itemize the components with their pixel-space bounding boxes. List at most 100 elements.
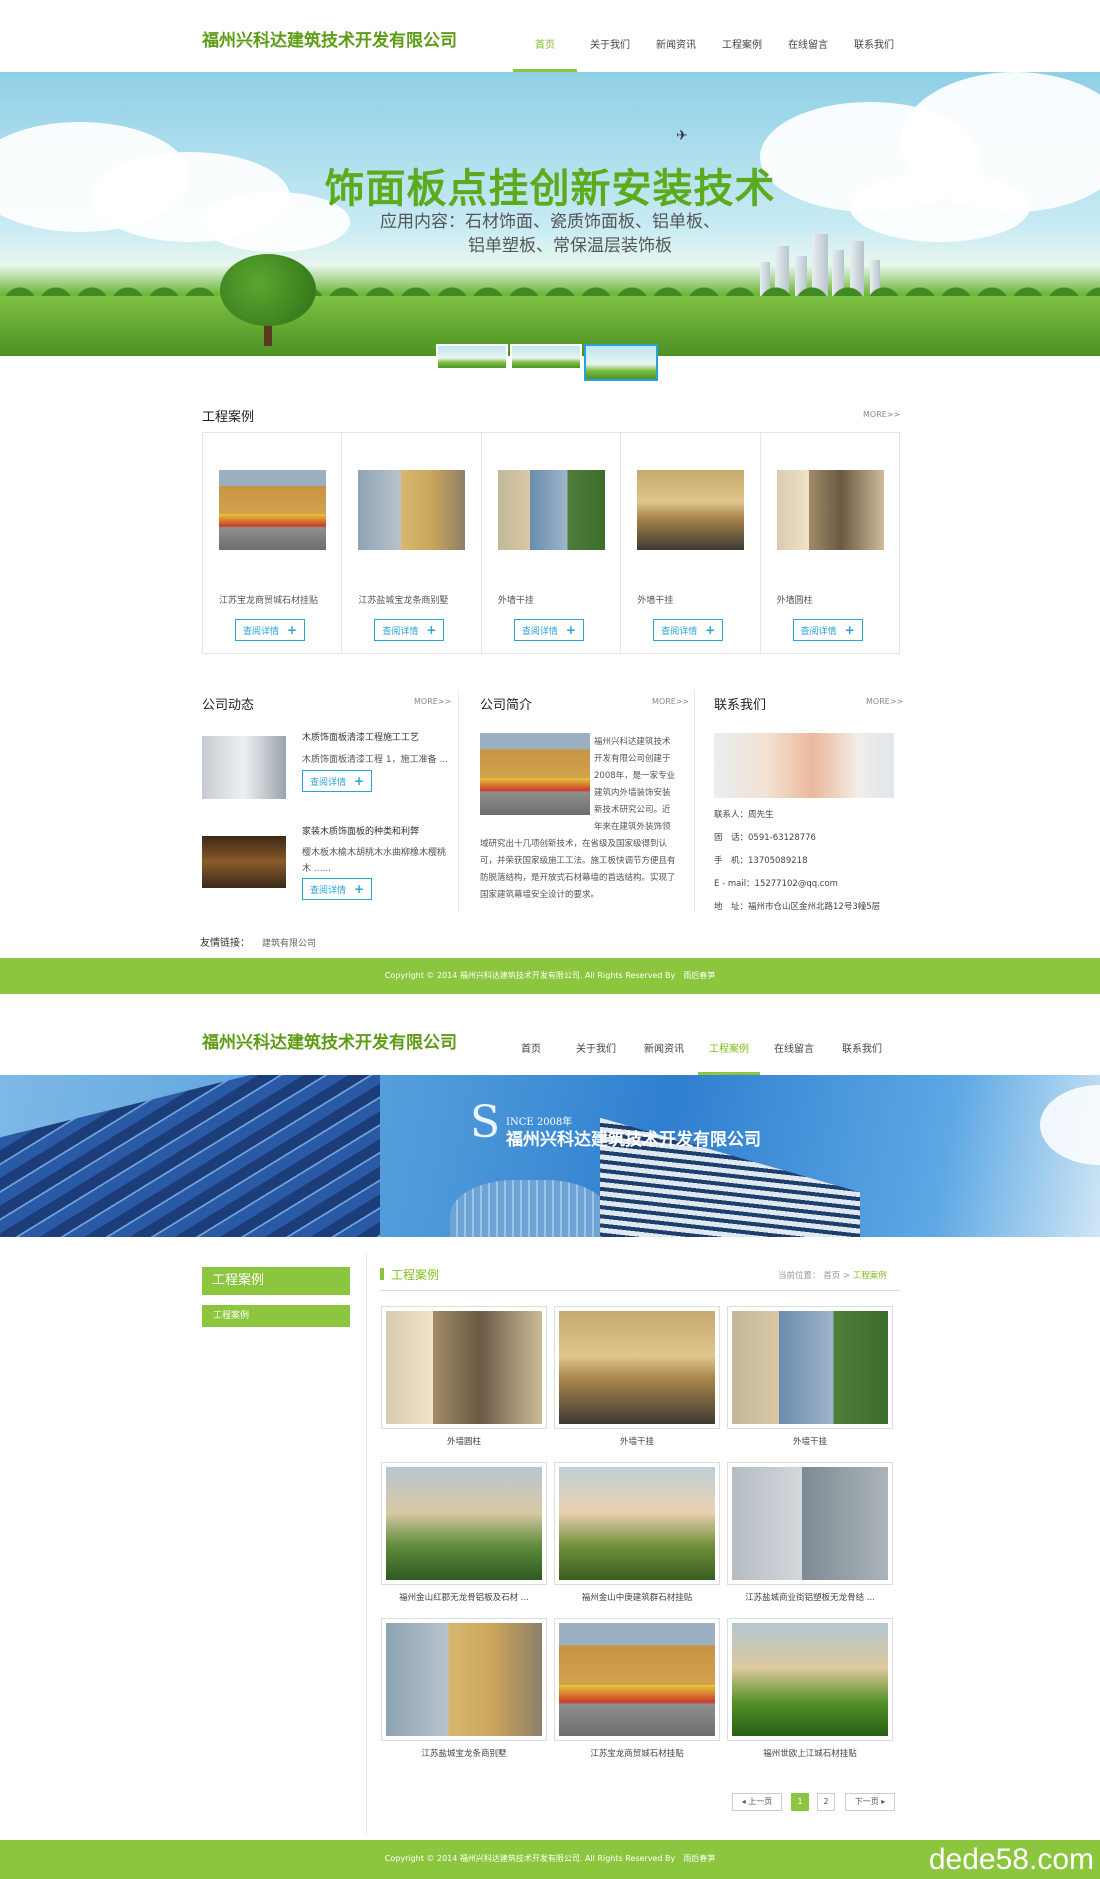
- case-image[interactable]: [497, 470, 605, 550]
- case-grid-image[interactable]: [559, 1467, 715, 1580]
- case-grid-image[interactable]: [386, 1623, 542, 1736]
- case-grid-image[interactable]: [559, 1311, 715, 1424]
- main-nav-2: 首页 关于我们 新闻资讯 工程案例 在线留言 联系我们: [500, 1040, 896, 1075]
- nav-home[interactable]: 首页: [513, 36, 577, 72]
- plus-icon: +: [565, 623, 576, 637]
- contact-address: 地 址：福州市仓山区金州北路12号3幢5层: [714, 902, 881, 912]
- case-grid-item[interactable]: [381, 1306, 547, 1429]
- news-detail-button[interactable]: 查阅详情 +: [302, 770, 373, 792]
- intro-more-link[interactable]: MORE>>: [652, 697, 689, 706]
- news-image[interactable]: [202, 836, 286, 888]
- nav-news[interactable]: 新闻资讯: [643, 36, 709, 72]
- nav-cases[interactable]: 工程案例: [698, 1040, 760, 1075]
- case-grid-item[interactable]: [727, 1462, 893, 1585]
- case-grid-item[interactable]: [727, 1306, 893, 1429]
- contact-more-link[interactable]: MORE>>: [866, 697, 903, 706]
- case-card[interactable]: 江苏宝龙商贸城石材挂贴 查阅详情 +: [203, 433, 343, 653]
- nav-news[interactable]: 新闻资讯: [630, 1040, 698, 1075]
- case-grid-caption[interactable]: 外墙圆柱: [381, 1435, 547, 1447]
- case-grid-item[interactable]: [381, 1618, 547, 1741]
- nav-contact[interactable]: 联系我们: [841, 36, 907, 72]
- section-title: 工程案例: [391, 1268, 440, 1282]
- nav-cases[interactable]: 工程案例: [709, 36, 775, 72]
- case-detail-button[interactable]: 查阅详情 +: [513, 619, 584, 641]
- case-grid-caption[interactable]: 江苏盐城宝龙条商别墅: [381, 1747, 547, 1759]
- case-image[interactable]: [776, 470, 884, 550]
- case-grid-image[interactable]: [732, 1311, 888, 1424]
- case-card[interactable]: 外墙干挂 查阅详情 +: [482, 433, 622, 653]
- news-item-title[interactable]: 木质饰面板清漆工程施工工艺: [302, 730, 419, 743]
- case-grid-image[interactable]: [386, 1311, 542, 1424]
- cases-more-link[interactable]: MORE>>: [863, 410, 900, 419]
- plus-icon: +: [705, 623, 716, 637]
- case-grid-item[interactable]: [381, 1462, 547, 1585]
- banner-title: 饰面板点挂创新安装技术: [324, 166, 776, 212]
- hero-banner[interactable]: ✈ 饰面板点挂创新安装技术 应用内容：石材饰面、瓷质饰面板、铝单板、 铝单塑板、…: [0, 72, 1100, 356]
- sidebar-item-cases[interactable]: 工程案例: [202, 1305, 350, 1327]
- pager-page-2[interactable]: 2: [817, 1793, 835, 1811]
- case-grid-caption[interactable]: 江苏宝龙商贸城石材挂贴: [554, 1747, 720, 1759]
- banner-thumb-3[interactable]: [584, 344, 658, 381]
- case-grid-caption[interactable]: 外墙干挂: [554, 1435, 720, 1447]
- contact-phone: 固 话：0591-63128776: [714, 833, 816, 843]
- case-card[interactable]: 外墙圆柱 查阅详情 +: [761, 433, 899, 653]
- news-more-link[interactable]: MORE>>: [414, 697, 451, 706]
- case-grid-item[interactable]: [554, 1462, 720, 1585]
- banner-thumb-1[interactable]: [436, 344, 508, 370]
- case-grid-image[interactable]: [559, 1623, 715, 1736]
- nav-contact[interactable]: 联系我们: [828, 1040, 896, 1075]
- case-image[interactable]: [637, 470, 745, 550]
- case-detail-button[interactable]: 查阅详情 +: [235, 619, 306, 641]
- case-caption[interactable]: 外墙干挂: [498, 593, 534, 606]
- case-card[interactable]: 外墙干挂 查阅详情 +: [621, 433, 761, 653]
- pager-page-1[interactable]: 1: [791, 1793, 809, 1811]
- airplane-icon: ✈: [676, 128, 688, 144]
- case-grid-caption[interactable]: 福州金山红郡无龙骨铝板及石材 ...: [381, 1591, 547, 1603]
- case-image[interactable]: [219, 470, 326, 550]
- breadcrumb-current: 工程案例: [852, 1271, 887, 1281]
- contact-person: 联系人：周先生: [714, 810, 774, 820]
- breadcrumb: 当前位置： 首页 > 工程案例: [778, 1271, 887, 1281]
- case-grid-image[interactable]: [732, 1623, 888, 1736]
- nav-about[interactable]: 关于我们: [562, 1040, 630, 1075]
- news-image[interactable]: [202, 736, 286, 799]
- plus-icon: +: [354, 882, 365, 896]
- site-logo[interactable]: 福州兴科达建筑技术开发有限公司: [202, 26, 457, 51]
- case-caption[interactable]: 外墙干挂: [637, 593, 673, 606]
- case-caption[interactable]: 外墙圆柱: [777, 593, 813, 606]
- site-logo-2[interactable]: 福州兴科达建筑技术开发有限公司: [202, 1028, 457, 1053]
- case-grid-image[interactable]: [732, 1467, 888, 1580]
- banner-since-initial: S: [470, 1097, 501, 1148]
- case-caption[interactable]: 江苏宝龙商贸城石材挂贴: [219, 593, 318, 606]
- banner-subtitle-1: 应用内容：石材饰面、瓷质饰面板、铝单板、: [380, 212, 720, 232]
- case-detail-button[interactable]: 查阅详情 +: [653, 619, 724, 641]
- contact-image: [714, 733, 894, 798]
- contact-email[interactable]: E - mail：15277102@qq.com: [714, 877, 838, 889]
- case-grid-caption[interactable]: 江苏盐城商业街铝塑板无龙骨结 ...: [727, 1591, 893, 1603]
- pager-next[interactable]: 下一页 ▸: [845, 1793, 895, 1811]
- nav-message[interactable]: 在线留言: [760, 1040, 828, 1075]
- case-detail-button[interactable]: 查阅详情 +: [374, 619, 445, 641]
- case-grid-caption[interactable]: 外墙干挂: [727, 1435, 893, 1447]
- case-grid-item[interactable]: [554, 1618, 720, 1741]
- banner-subtitle-2: 铝单塑板、常保温层装饰板: [468, 236, 672, 256]
- case-grid-caption[interactable]: 福州金山中庚建筑群石材挂贴: [554, 1591, 720, 1603]
- news-detail-button[interactable]: 查阅详情 +: [302, 878, 373, 900]
- case-card[interactable]: 江苏盐城宝龙条商别墅 查阅详情 +: [342, 433, 482, 653]
- case-image[interactable]: [358, 470, 466, 550]
- breadcrumb-home[interactable]: 首页: [823, 1271, 840, 1281]
- case-grid-item[interactable]: [554, 1306, 720, 1429]
- case-grid-caption[interactable]: 福州世欧上江城石材挂贴: [727, 1747, 893, 1759]
- nav-about[interactable]: 关于我们: [577, 36, 643, 72]
- case-caption[interactable]: 江苏盐城宝龙条商别墅: [358, 593, 448, 606]
- pager-prev[interactable]: ◂ 上一页: [732, 1793, 782, 1811]
- case-grid-image[interactable]: [386, 1467, 542, 1580]
- nav-home[interactable]: 首页: [500, 1040, 562, 1075]
- friend-link[interactable]: 建筑有限公司: [262, 936, 316, 949]
- news-item-title[interactable]: 家装木质饰面板的种类和利弊: [302, 824, 419, 837]
- nav-message[interactable]: 在线留言: [775, 36, 841, 72]
- case-detail-button[interactable]: 查阅详情 +: [792, 619, 863, 641]
- case-grid-item[interactable]: [727, 1618, 893, 1741]
- copyright-text: Copyright © 2014 福州兴科达建筑技术开发有限公司. All Ri…: [384, 971, 716, 980]
- banner-thumb-2[interactable]: [510, 344, 582, 370]
